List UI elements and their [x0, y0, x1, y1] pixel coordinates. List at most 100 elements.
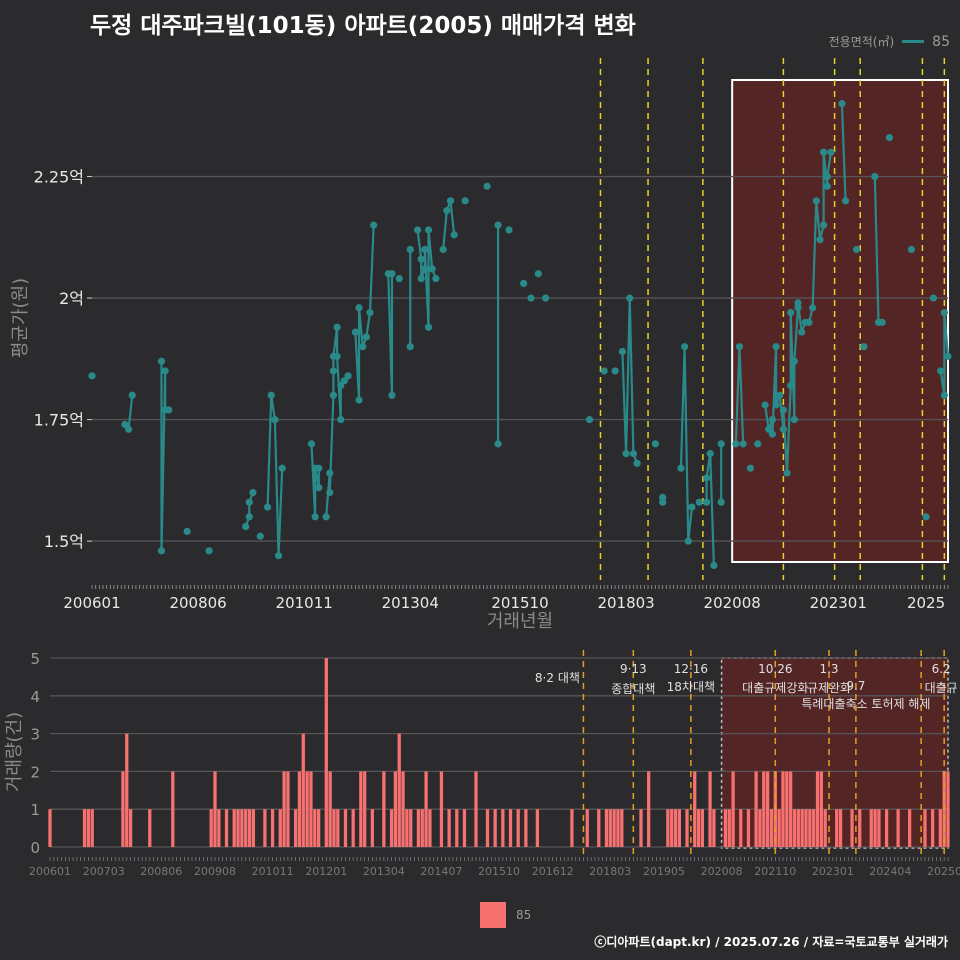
policy-name-label: 특례대출축소 토허제 해제 [801, 697, 930, 711]
volume-bar [731, 771, 735, 847]
volume-bar [884, 809, 889, 847]
volume-bar [171, 771, 175, 847]
volume-bar [708, 771, 712, 847]
volume-bar [666, 809, 670, 847]
volume-bar [420, 809, 424, 847]
volume-bar [397, 733, 401, 847]
volume-bar [907, 809, 912, 847]
volume-bar [324, 658, 328, 847]
volume-bar [405, 809, 409, 847]
volume-bar [351, 809, 355, 847]
volume-bar [800, 809, 804, 847]
volume-bar [597, 809, 601, 847]
x-tick-label: 201304 [363, 865, 405, 878]
policy-name-label: 종합대책 [611, 681, 655, 696]
volume-bar [493, 809, 497, 847]
y-tick-label: 5 [30, 650, 40, 668]
volume-bar [240, 809, 244, 847]
x-tick-label: 200703 [83, 865, 125, 878]
volume-bar [570, 809, 574, 847]
x-tick-label: 200601 [29, 865, 71, 878]
volume-bar [389, 809, 394, 847]
policy-date-label: 10.26 [758, 662, 792, 676]
x-tick-label: 202301 [812, 865, 854, 878]
volume-bar [213, 771, 217, 847]
volume-bar [516, 809, 520, 847]
policy-name-label: 18차대책 [667, 679, 715, 694]
volume-bar [712, 809, 716, 847]
policy-date-label: 12·16 [674, 662, 708, 676]
policy-date-label: 9·13 [620, 662, 647, 676]
volume-bar [313, 809, 317, 847]
volume-bar [850, 809, 854, 847]
source-footer: ⓒ디아파트(dapt.kr) / 2025.07.26 / 자료=국토교통부 실… [594, 935, 948, 949]
volume-bar [766, 771, 770, 847]
x-tick-label: 201011 [252, 865, 294, 878]
volume-bar [804, 809, 808, 847]
volume-bar [639, 809, 643, 847]
volume-bar [370, 809, 374, 847]
volume-bar [305, 771, 309, 847]
volume-bar [244, 809, 248, 847]
volume-bar [696, 809, 701, 847]
volume-bar [673, 809, 678, 847]
volume-bar [336, 809, 340, 847]
legend-bar-swatch [480, 902, 506, 928]
y-tick-label: 4 [30, 688, 40, 706]
y-axis-label: 거래량(건) [4, 712, 25, 792]
x-tick-label: 202110 [754, 865, 796, 878]
volume-bar [393, 771, 398, 847]
volume-bar [620, 809, 624, 847]
volume-bar [293, 809, 298, 847]
volume-bar [946, 771, 950, 847]
volume-bar [815, 771, 820, 847]
volume-bar [401, 771, 405, 847]
volume-bar [612, 809, 616, 847]
volume-bar [819, 771, 823, 847]
volume-bar [535, 809, 540, 847]
volume-bar [896, 809, 900, 847]
volume-bar [247, 809, 252, 847]
policy-name-label: 대출규제강화 [742, 681, 808, 695]
volume-bar [286, 771, 290, 847]
volume-bar [670, 809, 674, 847]
volume-bar [232, 809, 236, 847]
volume-bar [693, 771, 697, 847]
volume-bar [762, 771, 766, 847]
volume-bar [148, 809, 152, 847]
x-tick-label: 201803 [589, 865, 631, 878]
volume-bar [931, 809, 935, 847]
volume-bar [224, 809, 229, 847]
policy-name-label: 대출규 [925, 681, 958, 695]
x-tick-label: 201510 [478, 865, 520, 878]
volume-bar [923, 809, 927, 847]
y-tick-label: 1 [30, 801, 40, 819]
volume-bar [121, 771, 125, 847]
volume-bar [485, 809, 490, 847]
policy-date-label: 9.7 [846, 679, 865, 693]
volume-bar [474, 771, 478, 847]
policy-date-label: 1.3 [819, 662, 838, 676]
volume-bar [86, 809, 91, 847]
volume-bar [508, 809, 513, 847]
x-tick-label: 201612 [532, 865, 574, 878]
volume-bar [647, 771, 651, 847]
volume-bar [217, 809, 221, 847]
y-tick-label: 0 [30, 839, 40, 857]
volume-bar [604, 809, 609, 847]
volume-bar [309, 771, 313, 847]
volume-bar [812, 809, 816, 847]
x-tick-label: 200806 [140, 865, 182, 878]
volume-bar [82, 809, 87, 847]
volume-bar [382, 771, 386, 847]
legend-bar-label: 85 [516, 908, 532, 922]
volume-bar [455, 809, 459, 847]
volume-bar-chart: 0 1 2 3 4 5 8·2 대책 9·13 종합대책 12·16 18차대책 10.26 대출규제강… [4, 650, 960, 878]
volume-bar [838, 809, 843, 847]
volume-bar [858, 809, 862, 847]
volume-bar [447, 809, 451, 847]
volume-bar [462, 809, 467, 847]
volume-bar [251, 809, 256, 847]
volume-bar [685, 809, 689, 847]
policy-date-label: 6.2 [932, 662, 951, 676]
